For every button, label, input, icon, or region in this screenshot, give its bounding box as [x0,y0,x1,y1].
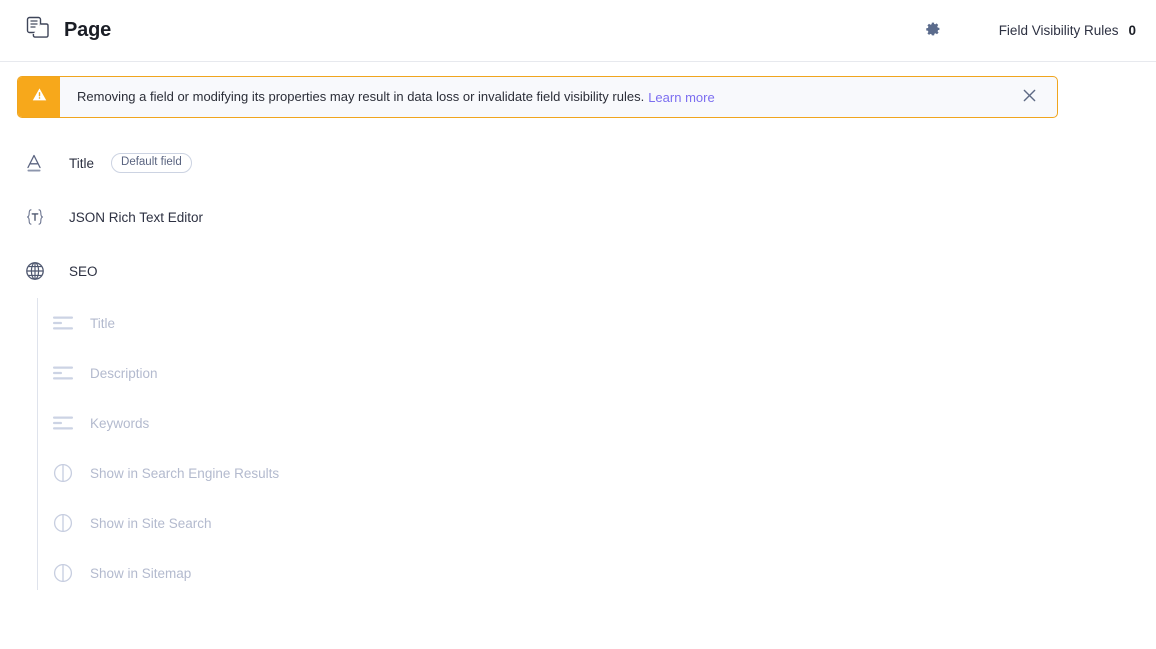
field-group-children: Title Description Keywords Show in Searc… [0,298,1156,598]
child-field-label: Show in Sitemap [90,565,192,581]
boolean-icon [48,462,78,484]
page-title: Page [64,19,112,41]
field-visibility-rules-count: 0 [1128,23,1136,38]
child-field-row-show-in-sitemap[interactable]: Show in Sitemap [13,548,1156,598]
warning-triangle-icon [32,87,47,107]
boolean-icon [48,512,78,534]
child-field-label: Show in Search Engine Results [90,465,280,481]
child-field-row-show-in-site-search[interactable]: Show in Site Search [13,498,1156,548]
banner-message: Removing a field or modifying its proper… [77,88,645,104]
banner-container: Removing a field or modifying its proper… [0,62,1156,118]
child-field-label: Show in Site Search [90,515,212,531]
text-lines-icon [48,415,78,431]
header-left: Page [24,15,111,46]
banner-learn-more-link[interactable]: Learn more [648,90,714,105]
field-row-title[interactable]: Title Default field [0,136,1156,190]
child-field-row-show-in-search-engine-results[interactable]: Show in Search Engine Results [13,448,1156,498]
settings-gear-button[interactable] [921,19,945,43]
banner-accent [18,77,60,117]
text-lines-icon [48,315,78,331]
text-lines-icon [48,365,78,381]
banner-close-button[interactable] [1009,88,1049,106]
child-field-row-description[interactable]: Description [13,348,1156,398]
boolean-icon [48,562,78,584]
field-row-seo[interactable]: SEO [0,244,1156,298]
close-icon [1022,88,1037,106]
field-label: Title [69,155,95,171]
banner-body: Removing a field or modifying its proper… [60,77,1057,117]
child-field-row-title[interactable]: Title [13,298,1156,348]
pages-icon [24,15,50,46]
json-field-icon [24,207,58,227]
globe-icon [24,260,58,282]
gear-icon [925,21,941,40]
header-right: Field Visibility Rules 0 [921,19,1140,43]
field-list: Title Default field JSON Rich Text Edito… [0,118,1156,598]
field-visibility-rules-label: Field Visibility Rules [998,23,1119,38]
warning-banner: Removing a field or modifying its proper… [17,76,1058,118]
default-field-badge: Default field [111,152,192,174]
app-header: Page Field Visibility Rules 0 [0,0,1156,62]
child-field-label: Description [90,365,158,381]
text-field-icon [24,152,58,174]
child-field-row-keywords[interactable]: Keywords [13,398,1156,448]
field-row-json-rich-text-editor[interactable]: JSON Rich Text Editor [0,190,1156,244]
field-group-seo: SEO Title Description Keywords Show in S… [0,244,1156,598]
child-field-label: Title [90,315,116,331]
field-label: SEO [69,263,98,279]
field-visibility-rules[interactable]: Field Visibility Rules 0 [999,23,1136,38]
field-label: JSON Rich Text Editor [69,209,204,225]
child-field-label: Keywords [90,415,150,431]
